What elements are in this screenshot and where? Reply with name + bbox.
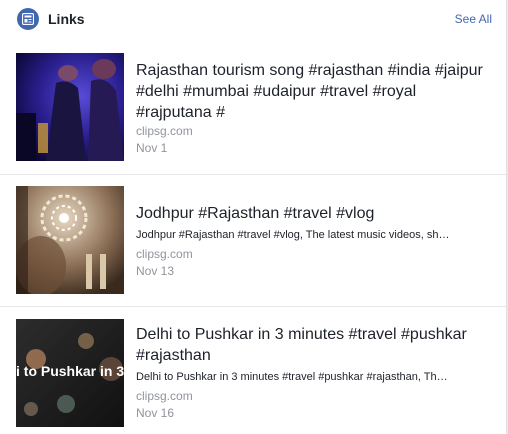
link-domain: clipsg.com [136, 124, 193, 138]
link-date: Nov 1 [136, 141, 168, 155]
link-item[interactable]: Jodhpur #Rajasthan #travel #vlog Jodhpur… [0, 175, 506, 305]
link-title[interactable]: Jodhpur #Rajasthan #travel #vlog [136, 203, 491, 224]
link-title[interactable]: Delhi to Pushkar in 3 minutes #travel #p… [136, 324, 491, 366]
link-date: Nov 13 [136, 264, 175, 278]
link-domain: clipsg.com [136, 389, 193, 403]
thumbnail-caption: i to Pushkar in 3 min [16, 363, 124, 379]
link-domain: clipsg.com [136, 247, 193, 261]
link-item[interactable]: Rajasthan tourism song #rajasthan #india… [0, 40, 506, 174]
link-item[interactable]: i to Pushkar in 3 min Delhi to Pushkar i… [0, 307, 506, 434]
see-all-link[interactable]: See All [455, 12, 492, 26]
link-title[interactable]: Rajasthan tourism song #rajasthan #india… [136, 60, 491, 123]
link-thumbnail[interactable]: i to Pushkar in 3 min [16, 319, 124, 427]
links-icon [17, 8, 39, 30]
section-title: Links [48, 11, 85, 27]
link-date: Nov 16 [136, 406, 175, 420]
link-description: Jodhpur #Rajasthan #travel #vlog, The la… [136, 229, 450, 241]
link-thumbnail[interactable] [16, 186, 124, 294]
links-card: Links See All Rajasthan tourism song #ra… [0, 0, 507, 434]
link-description: Delhi to Pushkar in 3 minutes #travel #p… [136, 371, 448, 383]
links-header: Links See All [0, 0, 506, 40]
link-thumbnail[interactable] [16, 53, 124, 161]
